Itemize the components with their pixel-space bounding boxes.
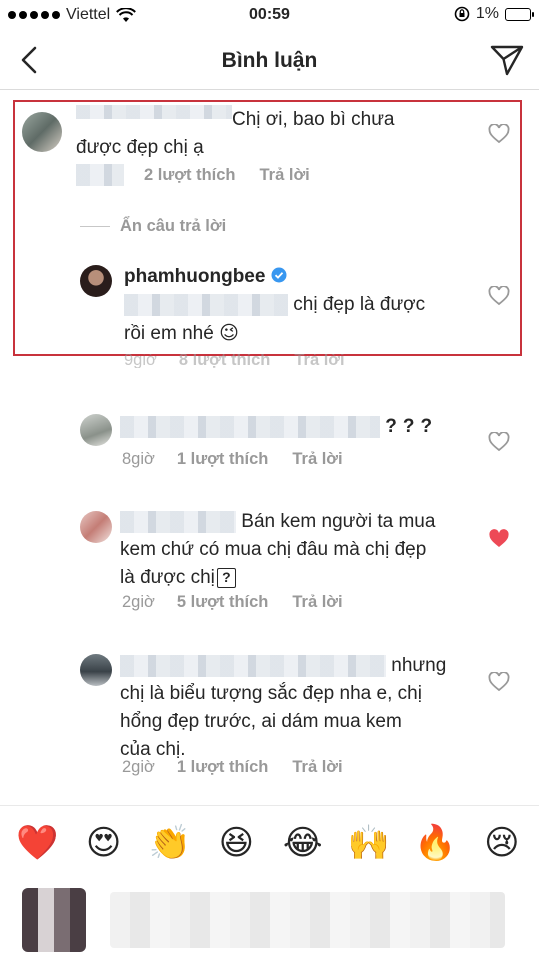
- like-count[interactable]: 1 lượt thích: [177, 758, 269, 777]
- reply-button[interactable]: Trả lời: [294, 354, 344, 368]
- comment-text: chị là biểu tượng sắc đẹp nha e, chị: [120, 683, 422, 704]
- page-title: Bình luận: [221, 49, 318, 72]
- crying-emoji-button[interactable]: 😢: [480, 821, 524, 865]
- status-bar: Viettel 00:59 1%: [0, 0, 539, 32]
- redacted-username: [120, 654, 386, 677]
- clapping-emoji-button[interactable]: 👏: [148, 821, 192, 865]
- heart-icon[interactable]: [488, 672, 510, 692]
- reply-text: rồi em nhé: [124, 323, 214, 344]
- comment-composer: [0, 880, 539, 960]
- emoji-quick-bar: ❤️ 😍 👏 😆 😂 🙌 🔥 😢: [0, 805, 539, 879]
- comment-input[interactable]: [110, 892, 505, 948]
- redacted-username: [120, 415, 380, 438]
- avatar[interactable]: [80, 654, 112, 686]
- comment-text: của chị.: [120, 739, 186, 760]
- comment-marks: ???: [385, 416, 439, 437]
- nav-bar: Bình luận: [0, 32, 539, 90]
- reply-text: chị đẹp là được: [293, 294, 426, 315]
- heart-icon[interactable]: [488, 432, 510, 452]
- username[interactable]: phamhuongbee: [124, 266, 265, 287]
- tears-of-joy-emoji-button[interactable]: 😂: [281, 821, 325, 865]
- hide-replies-label: Ẩn câu trả lời: [120, 217, 227, 235]
- comment-text: kem chứ có mua chị đâu mà chị đẹp: [120, 539, 427, 560]
- heart-emoji-button[interactable]: ❤️: [15, 821, 59, 865]
- hide-replies-toggle[interactable]: Ẩn câu trả lời: [80, 217, 226, 236]
- comment-mark: ?: [216, 568, 236, 588]
- comment-time: 8giờ: [122, 450, 155, 468]
- wink-emoji: 😉: [219, 322, 239, 344]
- redacted-username: [120, 510, 236, 533]
- redacted-time: [76, 164, 124, 186]
- comment-text: được đẹp chị ạ: [76, 137, 204, 158]
- like-count[interactable]: 2 lượt thích: [144, 166, 236, 185]
- raised-hands-emoji-button[interactable]: 🙌: [347, 821, 391, 865]
- comment-text: là được chị: [120, 567, 215, 588]
- battery-label: 1%: [475, 5, 499, 22]
- reply-button[interactable]: Trả lời: [292, 593, 342, 612]
- heart-icon[interactable]: [488, 286, 510, 306]
- reply-button[interactable]: Trả lời: [260, 166, 310, 185]
- heart-liked-icon[interactable]: [488, 529, 510, 549]
- rotation-lock-icon: [454, 6, 470, 22]
- avatar[interactable]: [80, 511, 112, 543]
- reply-button[interactable]: Trả lời: [292, 758, 342, 777]
- comment-text: hổng đẹp trước, ai dám mua kem: [120, 711, 402, 732]
- avatar[interactable]: [80, 265, 112, 297]
- comment-text: Bán kem người ta mua: [241, 511, 436, 532]
- redacted-mention: [124, 293, 288, 316]
- avatar[interactable]: [22, 112, 62, 152]
- divider: [80, 226, 110, 227]
- comment-time: 9giờ: [124, 354, 157, 368]
- redacted-username: [76, 105, 232, 119]
- like-count[interactable]: 1 lượt thích: [177, 450, 269, 469]
- avatar[interactable]: [80, 414, 112, 446]
- reply-button[interactable]: Trả lời: [292, 450, 342, 469]
- send-icon[interactable]: [489, 42, 525, 78]
- comment-time: 2giờ: [122, 758, 155, 776]
- battery-icon: [505, 7, 534, 21]
- comment-text: Chị ơi, bao bì chưa: [232, 109, 395, 130]
- comment-time: 2giờ: [122, 593, 155, 611]
- fire-emoji-button[interactable]: 🔥: [413, 821, 457, 865]
- like-count[interactable]: 8 lượt thích: [179, 354, 271, 368]
- avatar: [22, 888, 86, 952]
- grinning-squint-emoji-button[interactable]: 😆: [214, 821, 258, 865]
- comment-text: nhưng: [391, 655, 447, 676]
- like-count[interactable]: 5 lượt thích: [177, 593, 269, 612]
- verified-badge-icon: [271, 267, 287, 283]
- heart-icon[interactable]: [488, 124, 510, 144]
- heart-eyes-emoji-button[interactable]: 😍: [82, 821, 126, 865]
